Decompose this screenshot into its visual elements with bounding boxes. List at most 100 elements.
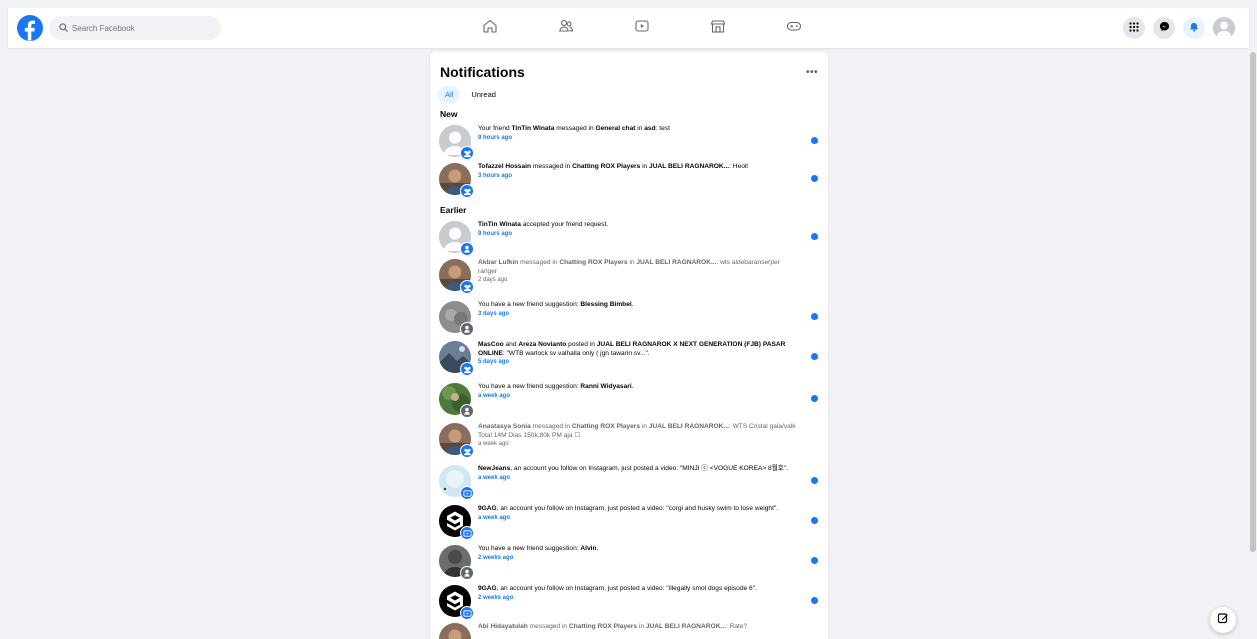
gaming-icon — [786, 18, 802, 39]
profile-avatar[interactable] — [1213, 17, 1235, 39]
group-icon — [460, 362, 474, 376]
notification-avatar — [439, 301, 474, 336]
notification-avatar — [439, 545, 474, 580]
notification-time: 2 days ago — [478, 277, 508, 283]
notification-text: Tofazzel Hossain messaged in Chatting RO… — [478, 163, 798, 181]
group-icon — [460, 146, 474, 160]
notification-avatar — [439, 163, 474, 198]
notification-avatar — [439, 585, 474, 620]
notification-avatar — [439, 465, 474, 500]
notification-time: a week ago — [478, 514, 511, 521]
notification-item[interactable]: NewJeans, an account you follow on Insta… — [430, 461, 828, 501]
section-label: New — [440, 109, 458, 119]
video-icon — [460, 526, 474, 540]
main-nav-tabs — [452, 8, 832, 48]
notification-item[interactable]: You have a new friend suggestion: Ranni … — [430, 379, 828, 419]
search-input[interactable] — [72, 23, 212, 33]
search-icon — [59, 19, 68, 37]
group-icon — [460, 444, 474, 458]
notification-text: Anastasya Sonia messaged in Chatting ROX… — [478, 423, 798, 449]
group-icon — [460, 184, 474, 198]
notification-text: Akbar Lufkin messaged in Chatting ROX Pl… — [478, 259, 798, 285]
nav-tab-home[interactable] — [452, 8, 528, 48]
unread-dot — [811, 395, 818, 402]
filter-all[interactable]: All — [438, 86, 461, 103]
person-add-icon — [460, 404, 474, 418]
notification-time: a week ago — [478, 441, 509, 447]
unread-dot — [811, 137, 818, 144]
menu-grid-icon — [1129, 19, 1139, 37]
notification-avatar — [439, 623, 471, 639]
unread-dot — [811, 353, 818, 360]
unread-dot — [811, 557, 818, 564]
nav-tab-friends[interactable] — [528, 8, 604, 48]
more-options-button[interactable]: ••• — [806, 67, 818, 78]
messenger-icon — [1159, 19, 1170, 37]
notifications-header: Notifications ••• — [430, 52, 828, 82]
notification-filters: All Unread — [430, 82, 828, 103]
notification-item[interactable]: Tofazzel Hossain messaged in Chatting RO… — [430, 159, 828, 199]
person-add-icon — [460, 566, 474, 580]
notification-item[interactable]: Anastasya Sonia messaged in Chatting ROX… — [430, 419, 828, 461]
notification-list: New Your friend TinTin Winata messaged in… — [430, 109, 828, 639]
compose-icon — [1217, 611, 1229, 629]
person-add-icon — [460, 322, 474, 336]
nav-tab-watch[interactable] — [604, 8, 680, 48]
unread-dot — [811, 233, 818, 240]
notification-item[interactable]: You have a new friend suggestion: Alvin.… — [430, 541, 828, 581]
video-icon — [460, 606, 474, 620]
unread-dot — [811, 517, 818, 524]
scrollbar-thumb[interactable] — [1250, 52, 1256, 552]
facebook-logo-icon[interactable] — [17, 15, 43, 41]
notification-text: 9GAG, an account you follow on Instagram… — [478, 505, 798, 523]
bell-icon — [1189, 19, 1199, 37]
notification-time: 2 weeks ago — [478, 554, 514, 561]
video-icon — [460, 486, 474, 500]
notification-item[interactable]: Akbar Lufkin messaged in Chatting ROX Pl… — [430, 255, 828, 297]
notification-time: 9 hours ago — [478, 230, 513, 237]
notification-item[interactable]: 9GAG, an account you follow on Instagram… — [430, 581, 828, 620]
notifications-button[interactable] — [1183, 17, 1205, 39]
unread-dot — [811, 477, 818, 484]
notification-item[interactable]: TinTin Winata accepted your friend reque… — [430, 217, 828, 256]
new-message-button[interactable] — [1210, 607, 1236, 633]
notification-text: NewJeans, an account you follow on Insta… — [478, 465, 798, 483]
notification-text: You have a new friend suggestion: Ranni … — [478, 383, 798, 401]
notification-text: 9GAG, an account you follow on Instagram… — [478, 585, 798, 603]
search-box[interactable] — [49, 16, 221, 40]
nav-tab-marketplace[interactable] — [680, 8, 756, 48]
notification-avatar — [439, 341, 474, 376]
notification-time: a week ago — [478, 392, 511, 399]
notification-item[interactable]: You have a new friend suggestion: Blessi… — [430, 297, 828, 337]
notification-item[interactable]: Abi Hidayatulah messaged in Chatting ROX… — [430, 619, 828, 639]
notification-item[interactable]: 9GAG, an account you follow on Instagram… — [430, 501, 828, 541]
notification-time: 2 weeks ago — [478, 594, 514, 601]
notification-avatar — [439, 505, 474, 540]
nav-tab-gaming[interactable] — [756, 8, 832, 48]
notification-item[interactable]: MasCoo and Areza Novianto posted in JUAL… — [430, 337, 828, 379]
notification-text: Abi Hidayatulah messaged in Chatting ROX… — [478, 623, 748, 630]
notification-text: MasCoo and Areza Novianto posted in JUAL… — [478, 341, 798, 367]
notification-time: a week ago — [478, 474, 511, 481]
notification-time: 9 hours ago — [478, 134, 513, 141]
avatar — [439, 623, 471, 639]
friends-icon — [558, 18, 574, 39]
notification-text: Your friend TinTin Winata messaged in Ge… — [478, 125, 798, 143]
notification-text: TinTin Winata accepted your friend reque… — [478, 221, 798, 239]
notification-avatar — [439, 125, 474, 160]
notification-time: 3 days ago — [478, 310, 510, 317]
menu-button[interactable] — [1123, 17, 1145, 39]
person-icon — [460, 242, 474, 256]
messenger-button[interactable] — [1153, 17, 1175, 39]
marketplace-icon — [710, 18, 726, 39]
notification-avatar — [439, 423, 474, 458]
home-icon — [482, 18, 498, 39]
notification-avatar — [439, 383, 474, 418]
group-icon — [460, 280, 474, 294]
notification-avatar — [439, 221, 474, 256]
top-right-actions — [1123, 8, 1235, 48]
page-title: Notifications — [440, 64, 525, 80]
section-label: Earlier — [440, 205, 467, 215]
notification-item[interactable]: Your friend TinTin Winata messaged in Ge… — [430, 121, 828, 160]
filter-unread[interactable]: Unread — [464, 86, 503, 103]
